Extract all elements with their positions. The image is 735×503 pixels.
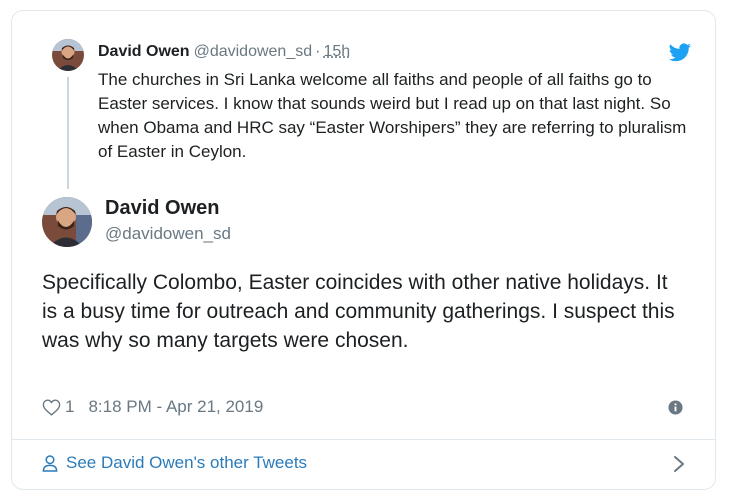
parent-author-handle[interactable]: @davidowen_sd: [194, 43, 313, 60]
twitter-bird-icon[interactable]: [669, 41, 691, 63]
other-tweets-label[interactable]: See David Owen's other Tweets: [66, 452, 307, 474]
parent-tweet[interactable]: David Owen @davidowen_sd · 15h The churches…: [12, 11, 715, 193]
parent-author-name[interactable]: David Owen: [98, 43, 190, 60]
separator-dot: ·: [315, 43, 321, 60]
tweet-text: Specifically Colombo, Easter coincides w…: [42, 271, 675, 352]
thread-line: [67, 77, 69, 189]
chevron-right-icon[interactable]: [673, 455, 685, 473]
tweet-meta: 1 8:18 PM - Apr 21, 2019: [42, 396, 263, 418]
author-avatar[interactable]: [42, 197, 92, 247]
parent-tweet-text: The churches in Sri Lanka welcome all fa…: [98, 70, 687, 161]
parent-timestamp[interactable]: 15h: [323, 43, 350, 60]
tweet-card: David Owen @davidowen_sd · 15h The churches…: [11, 10, 716, 490]
person-icon: [42, 454, 58, 472]
parent-header: David Owen @davidowen_sd · 15h: [98, 42, 350, 62]
info-icon[interactable]: [668, 400, 683, 415]
parent-avatar[interactable]: [52, 39, 84, 71]
like-count[interactable]: 1: [65, 396, 74, 418]
other-tweets-link[interactable]: See David Owen's other Tweets: [42, 452, 307, 474]
heart-icon[interactable]: [42, 398, 61, 416]
tweet-timestamp[interactable]: 8:18 PM - Apr 21, 2019: [88, 396, 263, 418]
author-handle[interactable]: @davidowen_sd: [105, 223, 231, 245]
footer-divider: [12, 439, 715, 440]
author-name[interactable]: David Owen: [105, 195, 219, 221]
